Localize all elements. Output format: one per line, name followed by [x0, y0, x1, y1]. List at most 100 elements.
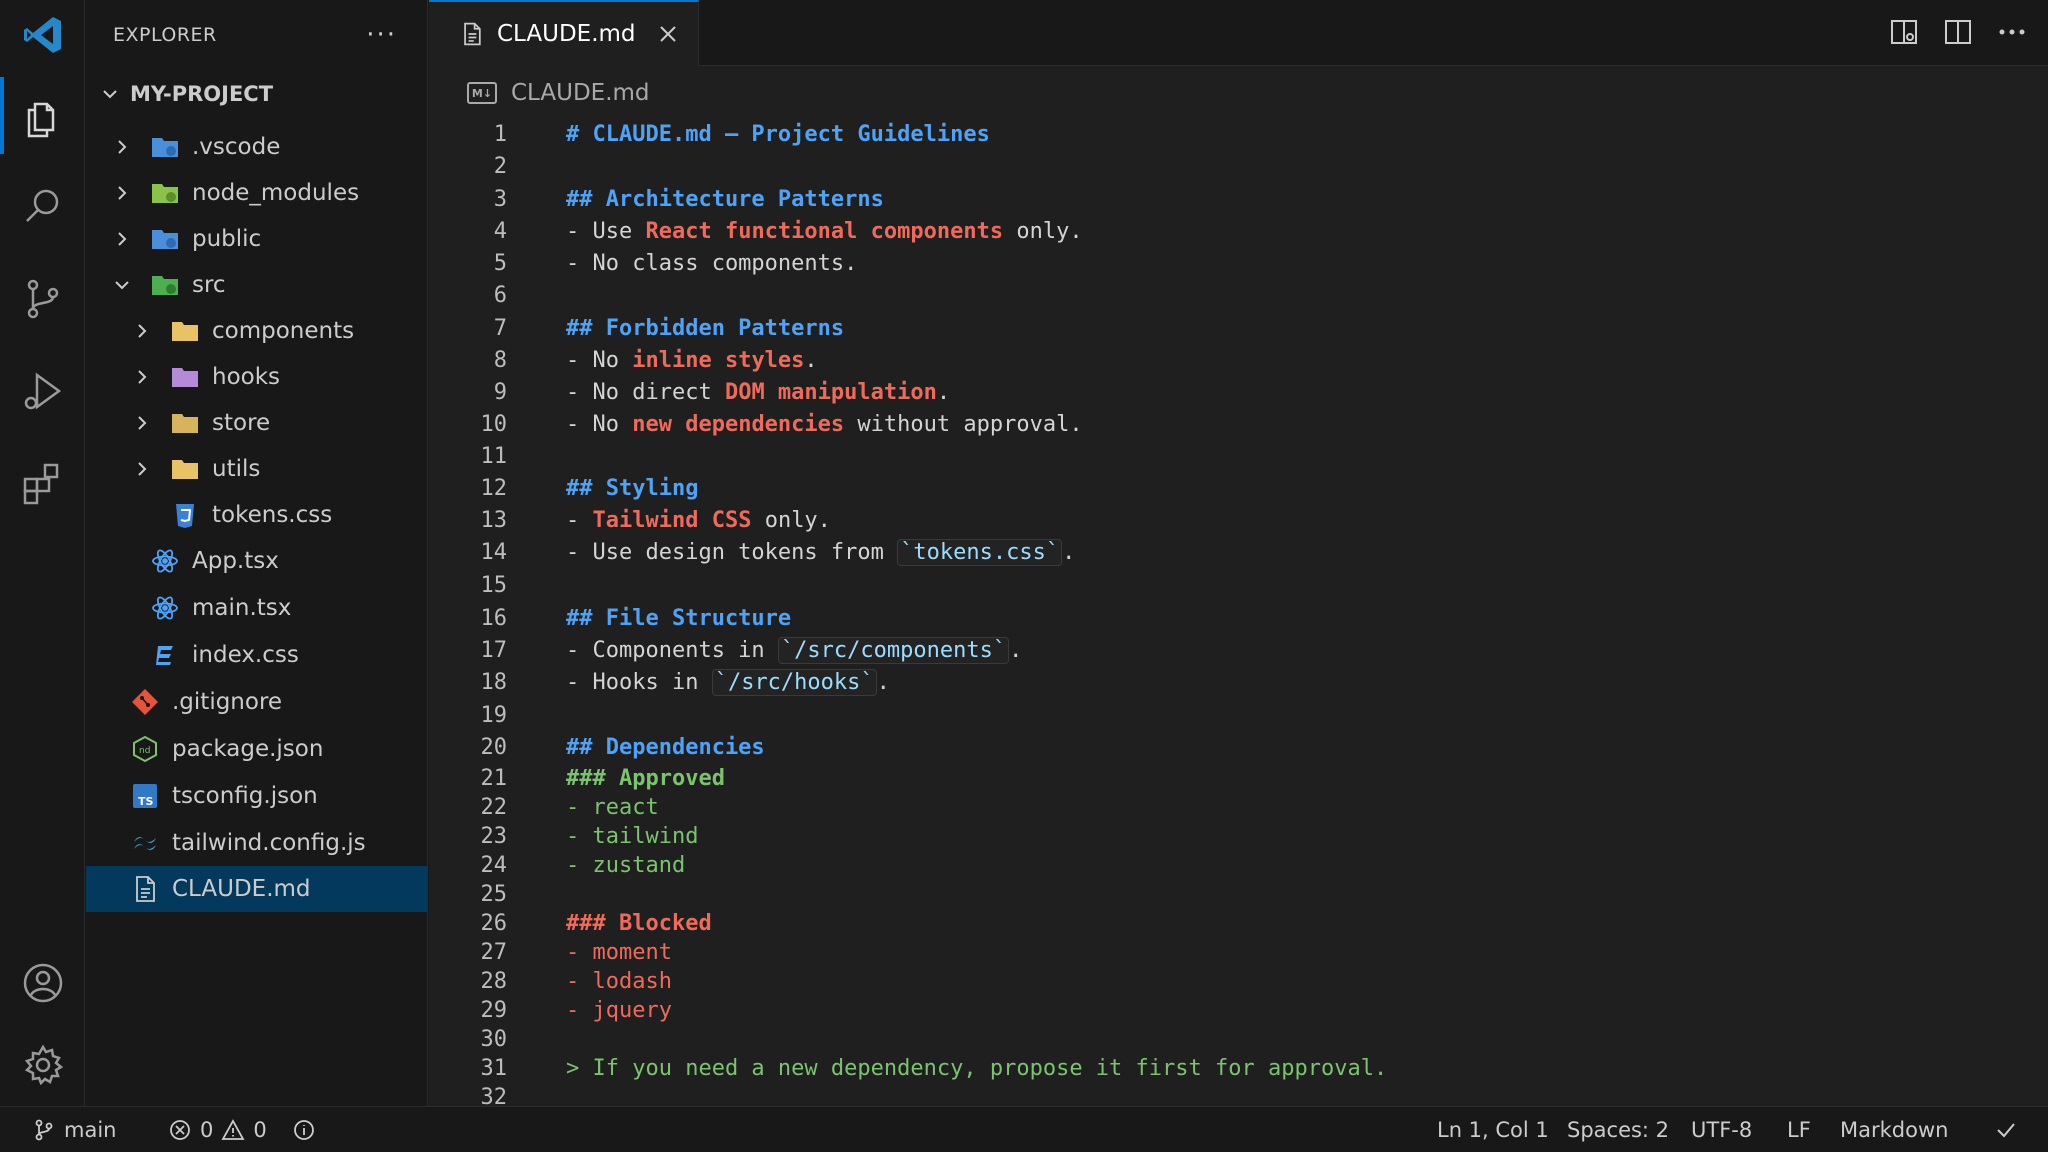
tree-item-components[interactable]: components [86, 308, 428, 354]
search-icon[interactable] [0, 164, 85, 249]
line-number: 13 [480, 508, 508, 533]
list-item: - jquery [566, 998, 672, 1023]
tree-item-app-tsx[interactable]: App.tsx [86, 538, 428, 584]
status-info[interactable] [292, 1107, 316, 1152]
line-number: 9 [493, 380, 507, 405]
tree-item-package-json[interactable]: nd package.json [86, 726, 428, 772]
tree-item-label: src [192, 272, 226, 298]
code-text: - No direct [566, 380, 725, 405]
code-line: 16 ## File Structure [429, 604, 2048, 634]
markdown-icon: M↓ [467, 82, 497, 104]
tree-item-label: tailwind.config.js [172, 830, 366, 856]
source-control-icon[interactable] [0, 256, 85, 341]
branch-name: main [64, 1118, 117, 1142]
heading-text: ### Blocked [566, 911, 712, 936]
vscode-logo-icon [0, 0, 85, 70]
tree-item-vscode[interactable]: .vscode [86, 124, 428, 170]
folder-vscode-icon [152, 138, 178, 157]
code-text: - Components in [566, 638, 778, 663]
code-line: 9 - No direct DOM manipulation. [429, 378, 2048, 408]
tree-item-tailwind-config[interactable]: tailwind.config.js [86, 820, 428, 866]
breadcrumb: M↓ CLAUDE.md [429, 66, 2048, 120]
tree-item-public[interactable]: public [86, 216, 428, 262]
tab-claude-md[interactable]: CLAUDE.md [429, 0, 699, 66]
status-language[interactable]: Markdown [1840, 1107, 1948, 1152]
tree-item-node-modules[interactable]: node_modules [86, 170, 428, 216]
status-encoding[interactable]: UTF-8 [1691, 1107, 1752, 1152]
more-actions-icon[interactable]: ··· [366, 20, 397, 50]
line-number: 18 [480, 670, 508, 695]
editor-actions [1888, 16, 2028, 48]
tree-item-hooks[interactable]: hooks [86, 354, 428, 400]
open-preview-icon[interactable] [1888, 16, 1920, 48]
status-check[interactable] [1994, 1107, 2018, 1152]
git-file-icon [132, 689, 158, 715]
line-number: 24 [480, 853, 508, 878]
status-indentation[interactable]: Spaces: 2 [1567, 1107, 1669, 1152]
tree-item-main-tsx[interactable]: main.tsx [86, 585, 428, 631]
tree-item-gitignore[interactable]: .gitignore [86, 679, 428, 725]
tree-item-index-css[interactable]: index.css [86, 632, 428, 678]
tab-label: CLAUDE.md [497, 21, 636, 47]
code-line: 28 - lodash [429, 967, 2048, 997]
end-of-line: LF [1787, 1118, 1811, 1142]
code-line: 4 - Use React functional components only. [429, 217, 2048, 247]
line-number: 19 [480, 703, 508, 728]
tree-item-tsconfig-json[interactable]: TS tsconfig.json [86, 773, 428, 819]
line-number: 31 [480, 1056, 508, 1081]
explorer-icon[interactable] [0, 73, 85, 158]
emphasis-text: Tailwind CSS [592, 508, 752, 533]
warning-count: 0 [253, 1118, 267, 1142]
code-text: . [1062, 540, 1076, 565]
project-root[interactable]: MY-PROJECT [86, 71, 428, 117]
project-name: MY-PROJECT [130, 82, 274, 106]
code-line: 20 ## Dependencies [429, 733, 2048, 763]
chevron-right-icon [138, 462, 147, 476]
run-debug-icon[interactable] [0, 348, 85, 433]
split-editor-icon[interactable] [1942, 16, 1974, 48]
tree-item-store[interactable]: store [86, 400, 428, 446]
explorer-sidebar: EXPLORER ··· MY-PROJECT .vscode node_mod… [86, 0, 428, 1106]
more-actions-icon[interactable] [1996, 16, 2028, 48]
react-file-icon [152, 596, 178, 620]
code-line: 26 ### Blocked [429, 909, 2048, 939]
activity-bar [0, 0, 85, 1106]
settings-gear-icon[interactable] [0, 1022, 85, 1107]
line-number: 12 [480, 476, 508, 501]
line-number: 11 [480, 444, 508, 469]
line-number: 16 [480, 606, 508, 631]
folder-icon [172, 460, 198, 479]
tree-item-label: public [192, 226, 262, 252]
line-number: 25 [480, 882, 508, 907]
tree-item-utils[interactable]: utils [86, 446, 428, 492]
close-icon[interactable] [656, 22, 680, 46]
tree-item-claude-md[interactable]: CLAUDE.md [86, 866, 428, 912]
extensions-icon[interactable] [0, 440, 85, 525]
code-line: 15 [429, 571, 2048, 601]
code-line: 12 ## Styling [429, 474, 2048, 504]
folder-icon [172, 414, 198, 433]
code-text: . [936, 380, 951, 405]
breadcrumb-file[interactable]: CLAUDE.md [511, 80, 650, 106]
account-icon[interactable] [0, 940, 85, 1025]
line-number: 4 [493, 219, 507, 244]
code-line: 27 - moment [429, 938, 2048, 968]
tree-item-tokens-css[interactable]: tokens.css [86, 492, 428, 538]
code-line: 10 - No new dependencies without approval… [429, 410, 2048, 440]
warning-icon [221, 1119, 245, 1140]
error-icon [170, 1120, 190, 1140]
status-problems[interactable]: 0 0 [168, 1107, 267, 1152]
document-file-icon [464, 22, 481, 46]
status-cursor-position[interactable]: Ln 1, Col 1 [1437, 1107, 1549, 1152]
status-eol[interactable]: LF [1787, 1107, 1811, 1152]
tree-item-src[interactable]: src [86, 262, 428, 308]
line-number: 6 [493, 283, 507, 308]
editor-area[interactable]: M↓ CLAUDE.md 1 # CLAUDE.md – Project Guid… [429, 66, 2048, 1110]
sidebar-title: EXPLORER [113, 24, 217, 46]
code-text: - No [566, 412, 633, 437]
code-text: - Use design tokens from [566, 540, 898, 565]
heading-text: ## Dependencies [566, 735, 765, 760]
status-branch[interactable]: main [32, 1107, 116, 1152]
list-item: - tailwind [566, 824, 699, 849]
chevron-right-icon [118, 186, 127, 200]
